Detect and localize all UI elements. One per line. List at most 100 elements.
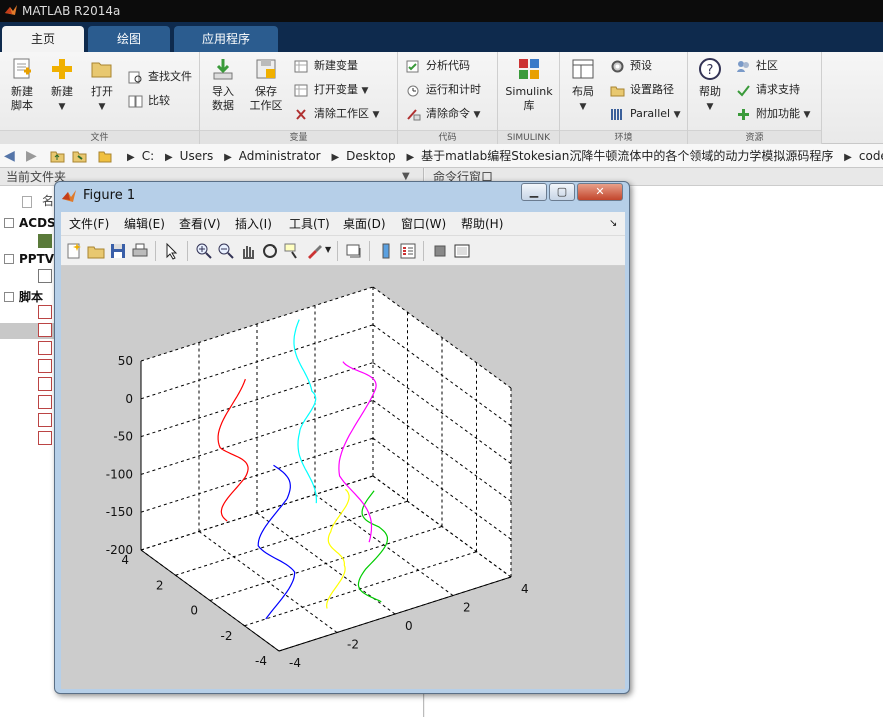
browse-folder-icon[interactable] bbox=[72, 149, 87, 163]
script-file-icon[interactable] bbox=[38, 377, 52, 391]
zoom-in-icon[interactable] bbox=[195, 242, 213, 260]
new-variable-button[interactable]: 新建变量 bbox=[294, 56, 358, 76]
menu-desktop[interactable]: 桌面(D) bbox=[343, 212, 386, 236]
breadcrumb-item[interactable]: Users bbox=[180, 149, 214, 163]
run-and-time-button[interactable]: 运行和计时 bbox=[406, 80, 481, 100]
chevron-down-icon: ▼ bbox=[98, 102, 106, 112]
print-icon[interactable] bbox=[131, 242, 149, 260]
script-file-icon[interactable] bbox=[38, 341, 52, 355]
parallel-label: Parallel bbox=[630, 107, 671, 120]
set-path-button[interactable]: 设置路径 bbox=[610, 80, 674, 100]
community-button[interactable]: 社区 bbox=[736, 56, 778, 76]
tab-home[interactable]: 主页 bbox=[2, 26, 84, 52]
chevron-down-icon[interactable]: ▼ bbox=[325, 245, 331, 254]
figure-canvas[interactable]: 50 0 -50 -100 -150 -200 4 2 0 -2 -4 -4 -2 0 2 4 bbox=[61, 266, 625, 689]
pointer-icon[interactable] bbox=[163, 242, 181, 260]
analyze-code-button[interactable]: 分析代码 bbox=[406, 56, 470, 76]
group-label-code: 代码 bbox=[398, 130, 497, 144]
z-tick-label: -50 bbox=[113, 430, 133, 444]
forward-arrow-icon[interactable]: ▶ bbox=[26, 148, 37, 164]
add-ons-button[interactable]: 附加功能 ▼ bbox=[736, 104, 810, 124]
collapse-icon[interactable] bbox=[4, 292, 14, 302]
figure-window[interactable]: Figure 1 ▁ ▢ ✕ 文件(F) 编辑(E) 查看(V) 插入(I) 工… bbox=[54, 181, 630, 694]
brush-icon[interactable] bbox=[305, 242, 323, 260]
tab-apps[interactable]: 应用程序 bbox=[174, 26, 278, 52]
parallel-button[interactable]: Parallel ▼ bbox=[610, 104, 681, 124]
back-arrow-icon[interactable]: ◀ bbox=[4, 148, 15, 164]
new-script-button[interactable]: 新建 脚本 bbox=[4, 56, 40, 113]
dock-arrow-icon[interactable]: ↘ bbox=[609, 212, 617, 236]
layout-button[interactable]: 布局 ▼ bbox=[566, 56, 600, 114]
preferences-button[interactable]: 预设 bbox=[610, 56, 652, 76]
breadcrumb-item[interactable]: Desktop bbox=[346, 149, 396, 163]
minimize-button[interactable]: ▁ bbox=[521, 183, 547, 201]
link-plot-icon[interactable] bbox=[345, 242, 363, 260]
script-file-icon[interactable] bbox=[38, 431, 52, 445]
script-file-icon[interactable] bbox=[38, 323, 52, 337]
file-icon bbox=[22, 195, 32, 208]
figure-title: Figure 1 bbox=[83, 188, 136, 203]
script-file-icon[interactable] bbox=[38, 359, 52, 373]
x-tick-label: 2 bbox=[156, 578, 164, 592]
up-folder-icon[interactable] bbox=[50, 149, 65, 163]
collapse-icon[interactable] bbox=[4, 218, 14, 228]
new-button[interactable]: 新建 ▼ bbox=[44, 56, 80, 114]
show-plot-tools-icon[interactable] bbox=[453, 242, 471, 260]
data-cursor-icon[interactable] bbox=[283, 242, 301, 260]
tree-section-label: PPTV bbox=[19, 252, 55, 266]
import-data-button[interactable]: 导入 数据 bbox=[204, 56, 242, 113]
save-icon[interactable] bbox=[109, 242, 127, 260]
request-support-button[interactable]: 请求支持 bbox=[736, 80, 800, 100]
open-button[interactable]: 打开 ▼ bbox=[84, 56, 120, 114]
breadcrumb-item[interactable]: 基于matlab编程Stokesian沉降牛顿流体中的各个领域的动力学模拟源码程… bbox=[421, 149, 833, 163]
pan-hand-icon[interactable] bbox=[239, 242, 257, 260]
breadcrumb-item[interactable]: Administrator bbox=[239, 149, 321, 163]
clear-commands-button[interactable]: 清除命令 ▼ bbox=[406, 104, 480, 124]
ribbon-group-variable: 导入 数据 保存 工作区 新建变量 打开变量 ▼ 清除工作区 ▼ 变量 bbox=[200, 52, 398, 144]
simulink-library-button[interactable]: Simulink 库 bbox=[504, 56, 554, 113]
tab-plots[interactable]: 绘图 bbox=[88, 26, 170, 52]
menu-help[interactable]: 帮助(H) bbox=[461, 212, 503, 236]
tree-section-scripts[interactable]: 脚本 bbox=[4, 288, 43, 305]
request-support-label: 请求支持 bbox=[756, 83, 800, 96]
axes-3d[interactable]: 500-50-100-150-200420-2-4 -4-2024 bbox=[61, 266, 625, 689]
hide-plot-tools-icon[interactable] bbox=[431, 242, 449, 260]
open-variable-button[interactable]: 打开变量 ▼ bbox=[294, 80, 368, 100]
clear-workspace-button[interactable]: 清除工作区 ▼ bbox=[294, 104, 379, 124]
menu-view[interactable]: 查看(V) bbox=[179, 212, 221, 236]
menu-file[interactable]: 文件(F) bbox=[69, 212, 109, 236]
breadcrumb-separator-icon: ▶ bbox=[844, 152, 852, 163]
maximize-button[interactable]: ▢ bbox=[549, 183, 575, 201]
open-file-icon[interactable] bbox=[87, 242, 105, 260]
script-file-icon[interactable] bbox=[38, 413, 52, 427]
file-icon[interactable] bbox=[38, 269, 52, 283]
menu-tools[interactable]: 工具(T) bbox=[289, 212, 330, 236]
compare-button[interactable]: 比较 bbox=[128, 91, 170, 111]
find-files-button[interactable]: 查找文件 bbox=[128, 67, 192, 87]
script-file-icon[interactable] bbox=[38, 305, 52, 319]
zoom-out-icon[interactable] bbox=[217, 242, 235, 260]
breadcrumb-item[interactable]: C: bbox=[142, 149, 154, 163]
menu-edit[interactable]: 编辑(E) bbox=[124, 212, 165, 236]
y-tick-label: 0 bbox=[405, 619, 413, 633]
tree-section-acds[interactable]: ACDS bbox=[4, 216, 56, 230]
save-workspace-button[interactable]: 保存 工作区 bbox=[246, 56, 286, 113]
menu-insert[interactable]: 插入(I) bbox=[235, 212, 272, 236]
close-button[interactable]: ✕ bbox=[577, 183, 623, 201]
layout-icon bbox=[572, 59, 594, 79]
colorbar-icon[interactable] bbox=[377, 242, 395, 260]
menu-window[interactable]: 窗口(W) bbox=[401, 212, 446, 236]
gif-file-icon[interactable] bbox=[38, 234, 52, 248]
z-tick-label: 0 bbox=[125, 392, 133, 406]
breadcrumb-item[interactable]: code bbox=[859, 149, 883, 163]
new-figure-icon[interactable] bbox=[65, 242, 83, 260]
tree-section-pptv[interactable]: PPTV bbox=[4, 252, 54, 266]
legend-icon[interactable] bbox=[399, 242, 417, 260]
toolbar-separator bbox=[187, 241, 188, 261]
collapse-icon[interactable] bbox=[4, 254, 14, 264]
help-button[interactable]: ? 帮助 ▼ bbox=[694, 56, 726, 114]
column-header-name[interactable]: 名 bbox=[22, 192, 54, 209]
rotate-3d-icon[interactable] bbox=[261, 242, 279, 260]
script-file-icon[interactable] bbox=[38, 395, 52, 409]
ribbon-group-simulink: Simulink 库 SIMULINK bbox=[498, 52, 560, 144]
